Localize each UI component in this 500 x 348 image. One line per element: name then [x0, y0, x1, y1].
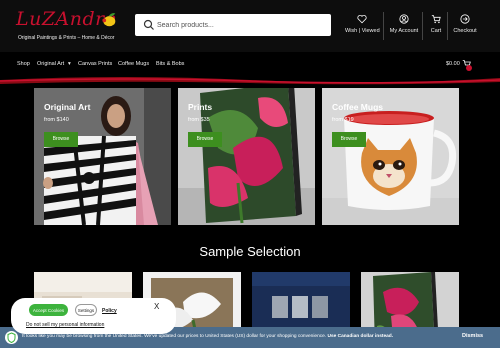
category-tile-coffee-mugs[interactable]: Coffee Mugs from $19 Browse — [322, 88, 459, 225]
cart-link[interactable]: Cart — [422, 12, 444, 40]
nav-item-canvas-prints[interactable]: Canvas Prints — [78, 61, 112, 67]
category-title: Coffee Mugs — [332, 102, 383, 112]
cookie-settings-button[interactable]: Settings — [75, 304, 97, 316]
privacy-shield-icon[interactable] — [5, 331, 18, 344]
search-bar — [135, 14, 331, 36]
browse-button[interactable]: Browse — [44, 132, 78, 147]
chevron-down-icon[interactable]: ▾ — [68, 61, 71, 67]
arrow-right-circle-icon — [460, 14, 470, 24]
nav-cart-total[interactable]: $0.00 — [446, 61, 460, 67]
cart-count-badge — [466, 65, 472, 71]
category-price: from $140 — [44, 117, 69, 123]
site-header: LuZAndre Original Paintings & Prints – H… — [0, 0, 500, 52]
logo-tagline: Original Paintings & Prints – Home & Déc… — [18, 35, 115, 41]
category-tile-original-art[interactable]: Original Art from $140 Browse — [34, 88, 171, 225]
use-canadian-dollar-link[interactable]: Use Canadian dollar instead. — [327, 334, 393, 339]
checkout-label: Checkout — [453, 28, 477, 34]
section-title: Sample Selection — [199, 244, 301, 259]
cart-icon — [431, 15, 441, 24]
notice-text: It looks like you may be browsing from t… — [22, 334, 393, 339]
dismiss-button[interactable]: Dismiss — [462, 333, 483, 339]
checkout-link[interactable]: Checkout — [447, 12, 477, 40]
wishlist-link[interactable]: Wish | Viewed — [345, 14, 380, 40]
cookie-consent-popup: Accept Cookies Settings Policy X Do not … — [11, 298, 176, 334]
my-account-link[interactable]: My Account — [383, 12, 419, 40]
category-tile-prints[interactable]: Prints from $35 Browse — [178, 88, 315, 225]
accept-cookies-button[interactable]: Accept Cookies — [29, 304, 68, 316]
nav-item-shop[interactable]: Shop — [17, 61, 30, 67]
my-account-label: My Account — [389, 28, 419, 34]
decorative-swoosh — [0, 77, 500, 85]
category-title: Original Art — [44, 102, 91, 112]
do-not-sell-link[interactable]: Do not sell my personal information — [26, 322, 104, 328]
notice-message: It looks like you may be browsing from t… — [22, 334, 327, 339]
nav-item-original-art[interactable]: Original Art — [37, 61, 64, 67]
browse-button[interactable]: Browse — [332, 132, 366, 147]
lemon-logo-icon — [102, 13, 116, 27]
cookie-policy-link[interactable]: Policy — [102, 308, 117, 314]
browse-button[interactable]: Browse — [188, 132, 222, 147]
wishlist-label: Wish | Viewed — [345, 28, 380, 34]
user-icon — [399, 14, 409, 24]
nav-item-coffee-mugs[interactable]: Coffee Mugs — [118, 61, 149, 67]
search-input[interactable] — [157, 17, 327, 33]
nav-item-bits-bobs[interactable]: Bits & Bobs — [156, 61, 184, 67]
category-price: from $19 — [332, 117, 354, 123]
heart-icon — [357, 14, 367, 24]
category-price: from $35 — [188, 117, 210, 123]
category-title: Prints — [188, 102, 213, 112]
cart-label: Cart — [430, 28, 442, 34]
search-icon[interactable] — [143, 19, 155, 31]
close-icon[interactable]: X — [154, 302, 159, 311]
site-logo[interactable]: LuZAndre Original Paintings & Prints – H… — [16, 8, 126, 48]
